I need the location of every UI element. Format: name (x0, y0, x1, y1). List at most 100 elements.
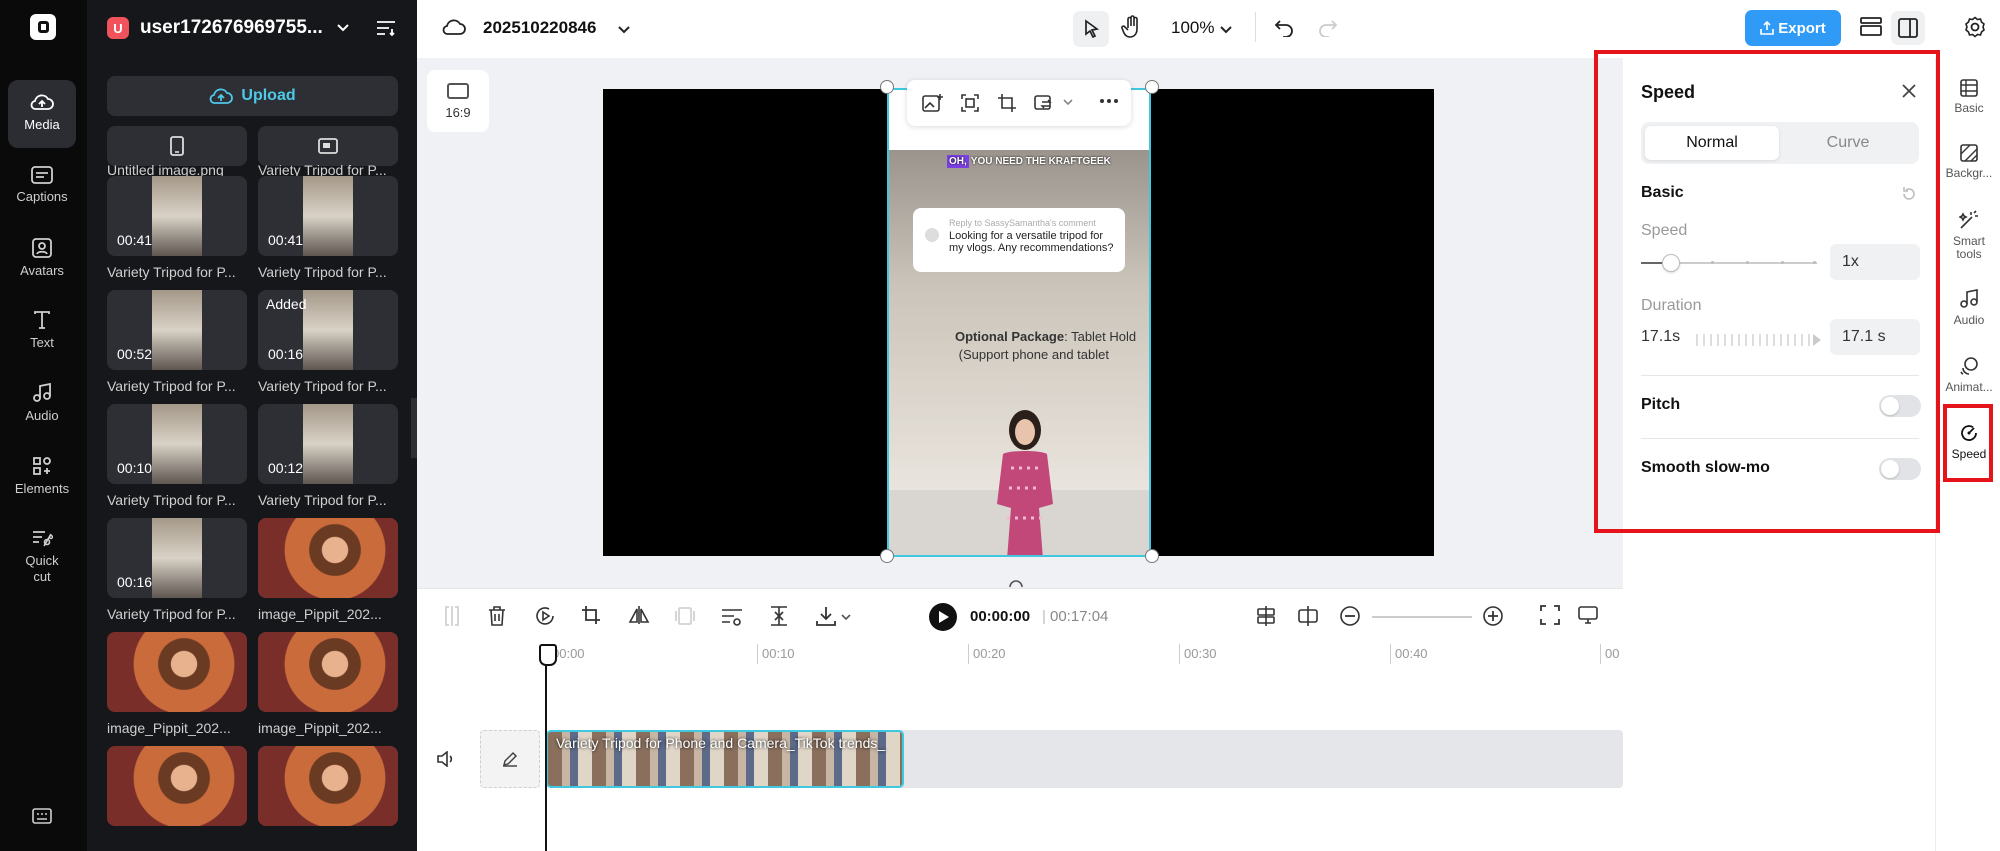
hand-tool-icon[interactable] (1121, 15, 1143, 44)
media-item[interactable]: Variety Tripod for P... (258, 154, 398, 178)
speed-value-input[interactable]: 1x (1830, 244, 1920, 280)
thumbnail-image (303, 176, 353, 256)
smooth-slow-mo-toggle[interactable] (1879, 458, 1921, 480)
media-item[interactable] (107, 746, 247, 826)
undo-icon[interactable] (1274, 17, 1294, 42)
crop-icon[interactable] (581, 605, 601, 625)
rail-item-audio[interactable]: Audio (1942, 289, 1996, 327)
split-link-icon[interactable] (1297, 605, 1319, 627)
resize-handle-bottom-right[interactable] (1145, 549, 1159, 563)
rail-item-media[interactable]: Media (8, 80, 76, 148)
speed-slider[interactable] (1641, 254, 1817, 272)
resize-handle-bottom-left[interactable] (880, 549, 894, 563)
close-icon[interactable] (1901, 83, 1917, 99)
selected-video-clip[interactable]: OH, YOU NEED THE KRAFTGEEK Reply to Sassy… (887, 88, 1151, 557)
media-item[interactable] (258, 746, 398, 826)
rail-item-basic[interactable]: Basic (1942, 79, 1996, 115)
flip-icon[interactable] (628, 605, 650, 625)
playhead[interactable] (539, 644, 557, 851)
timeline-clip[interactable]: Variety Tripod for Phone and Camera_TikT… (546, 730, 904, 788)
fit-frame-icon[interactable] (960, 93, 980, 113)
media-item[interactable]: 00:41 Variety Tripod for P... (107, 176, 247, 280)
pitch-toggle[interactable] (1879, 395, 1921, 417)
rail-item-avatars[interactable]: Avatars (8, 238, 76, 279)
speed-icon[interactable] (534, 605, 556, 627)
sort-list-icon[interactable] (376, 20, 396, 36)
reset-icon[interactable] (1901, 186, 1917, 202)
layers-icon[interactable] (1859, 16, 1883, 43)
gear-icon[interactable] (1964, 16, 1986, 43)
media-item[interactable]: image_Pippit_202... (258, 518, 398, 622)
preview-monitor-icon[interactable] (1578, 605, 1598, 625)
fullscreen-icon[interactable] (1540, 605, 1560, 625)
cover-edit-button[interactable] (480, 730, 540, 788)
chevron-down-icon[interactable] (1219, 22, 1233, 40)
download-icon[interactable] (815, 605, 837, 627)
timeline[interactable]: 00:00 00:10 00:20 00:30 00:40 00 Variety… (417, 644, 1623, 851)
crop-icon[interactable] (997, 93, 1017, 113)
media-item[interactable]: image_Pippit_202... (107, 632, 247, 736)
chevron-down-icon[interactable] (1063, 98, 1073, 106)
export-button[interactable]: Export (1745, 10, 1841, 46)
media-item[interactable]: image_Pippit_202... (258, 632, 398, 736)
ruler-tick: 00:30 (1179, 644, 1217, 664)
media-item[interactable]: 00:12 Variety Tripod for P... (258, 404, 398, 508)
rail-item-audio[interactable]: Audio (8, 383, 76, 424)
select-tool-icon[interactable] (1073, 11, 1109, 47)
speed-slider-knob[interactable] (1661, 254, 1680, 272)
zoom-in-icon[interactable] (1482, 605, 1504, 627)
duration-value-input[interactable]: 17.1 s (1830, 319, 1920, 355)
media-item[interactable]: Untitled image.png (107, 154, 247, 178)
chevron-down-icon[interactable] (617, 22, 631, 40)
project-name[interactable]: 202510220846 (483, 18, 596, 38)
thumbnail-image (258, 746, 398, 826)
trim-icon[interactable] (769, 605, 789, 627)
keyboard-icon[interactable] (32, 808, 52, 824)
split-icon[interactable] (442, 605, 462, 627)
freeze-frame-icon[interactable] (675, 605, 695, 627)
added-badge: Added (266, 296, 307, 312)
timeline-zoom-slider[interactable] (1372, 616, 1472, 618)
user-account-row[interactable]: U user172676969755... (107, 14, 407, 42)
tab-curve[interactable]: Curve (1781, 126, 1915, 160)
zoom-level[interactable]: 100% (1171, 18, 1214, 38)
upload-label: Upload (241, 87, 296, 104)
rail-item-elements[interactable]: Elements (8, 456, 76, 497)
image-replace-icon[interactable] (922, 93, 944, 113)
zoom-out-icon[interactable] (1339, 605, 1361, 627)
snap-icon[interactable] (1255, 605, 1277, 627)
resize-handle-top-right[interactable] (1145, 80, 1159, 94)
media-duration: 00:41 (117, 232, 153, 248)
media-item[interactable]: 00:10 Variety Tripod for P... (107, 404, 247, 508)
speaker-icon[interactable] (437, 751, 455, 767)
rail-item-quick-cut[interactable]: Quick cut (8, 528, 76, 585)
aspect-ratio-button[interactable]: 16:9 (427, 70, 489, 132)
tab-normal[interactable]: Normal (1645, 126, 1779, 160)
play-button[interactable] (929, 603, 957, 631)
media-item[interactable]: 00:52 Variety Tripod for P... (107, 290, 247, 394)
media-thumbnail: 00:41 (258, 176, 398, 256)
rotate-icon[interactable] (1007, 576, 1025, 588)
slider-tick (1781, 261, 1784, 264)
adjust-icon[interactable] (721, 605, 743, 627)
replace-media-icon[interactable] (1034, 93, 1056, 113)
resize-handle-top-left[interactable] (880, 80, 894, 94)
rail-item-background[interactable]: Backgr... (1942, 144, 1996, 180)
media-item[interactable]: 00:16 Added Variety Tripod for P... (258, 290, 398, 394)
rail-item-captions[interactable]: Captions (8, 166, 76, 205)
chevron-down-icon[interactable] (841, 613, 851, 621)
app-logo-icon[interactable] (30, 14, 56, 40)
rail-item-label: Text (30, 335, 54, 350)
panel-layout-icon[interactable] (1891, 11, 1925, 45)
rail-item-smart-tools[interactable]: Smart tools (1942, 210, 1996, 261)
more-options-icon[interactable] (1099, 98, 1119, 104)
media-item[interactable]: 00:41 Variety Tripod for P... (258, 176, 398, 280)
chevron-down-icon[interactable] (336, 23, 350, 33)
upload-button[interactable]: Upload (107, 76, 398, 116)
media-item[interactable]: 00:16 Variety Tripod for P... (107, 518, 247, 622)
rail-item-animation[interactable]: Animat... (1942, 356, 1996, 394)
rail-item-text[interactable]: Text (8, 310, 76, 351)
redo-icon[interactable] (1318, 17, 1338, 42)
delete-icon[interactable] (487, 605, 507, 627)
avatar-icon (31, 238, 53, 258)
